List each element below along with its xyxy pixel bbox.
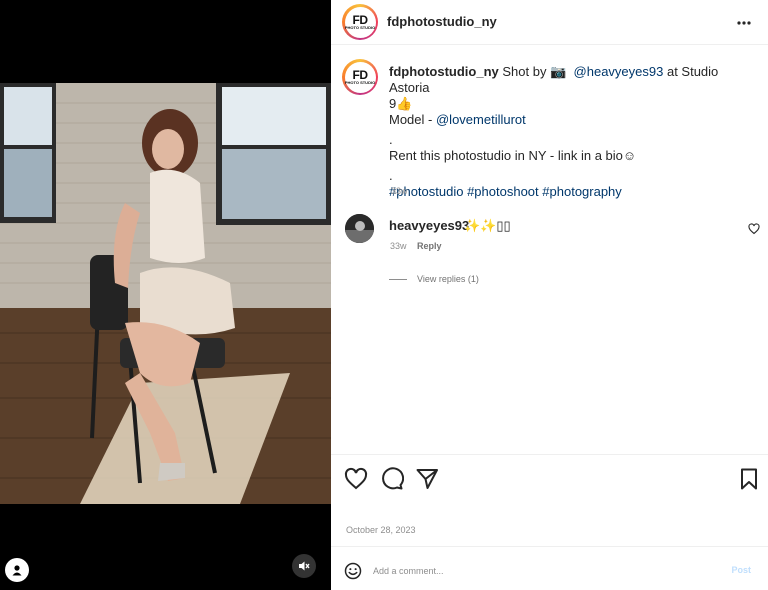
comment-text: ✨✨▯▯ bbox=[464, 218, 511, 233]
mention-model[interactable]: @lovemetillurot bbox=[436, 112, 526, 127]
hashtag-photography[interactable]: #photography bbox=[542, 184, 622, 199]
post-date[interactable]: October 28, 2023 bbox=[346, 525, 416, 535]
reply-button[interactable]: Reply bbox=[417, 241, 442, 251]
commenter-avatar[interactable] bbox=[345, 214, 374, 243]
view-replies-label: View replies (1) bbox=[417, 274, 479, 284]
caption-avatar[interactable]: FD PHOTO STUDIO bbox=[342, 59, 378, 95]
more-options-button[interactable] bbox=[734, 13, 754, 33]
commenter-username[interactable]: heavyeyes93 bbox=[389, 218, 469, 233]
commenter-avatar-image bbox=[345, 214, 374, 243]
hashtag-photoshoot[interactable]: #photoshoot bbox=[467, 184, 539, 199]
mention-photographer[interactable]: @heavyeyes93 bbox=[574, 64, 664, 79]
comment-item: heavyeyes93 ✨✨▯▯ 33w Reply bbox=[331, 213, 768, 273]
comment-timestamp[interactable]: 33w bbox=[390, 241, 407, 251]
caption-shot-by: Shot by bbox=[502, 64, 547, 79]
add-comment-bar: Post bbox=[331, 546, 768, 590]
person-icon bbox=[12, 565, 22, 576]
more-horizontal-icon bbox=[737, 21, 751, 25]
post-comment-button[interactable]: Post bbox=[731, 565, 751, 575]
caption-rent-text: Rent this photostudio in NY - link in a … bbox=[389, 148, 637, 163]
thumbs-up-emoji: 👍 bbox=[396, 96, 413, 111]
view-replies-button[interactable]: View replies (1) bbox=[389, 274, 479, 284]
emoji-icon[interactable] bbox=[344, 562, 362, 580]
comment-input[interactable] bbox=[373, 559, 713, 583]
comment-like-heart-icon[interactable] bbox=[748, 223, 760, 235]
caption-dot: . bbox=[389, 132, 393, 147]
avatar-logo-subtext: PHOTO STUDIO bbox=[344, 80, 376, 85]
comments-scroll-area[interactable]: FD PHOTO STUDIO fdphotostudio_ny Shot by… bbox=[331, 46, 768, 454]
post-detail-panel: FD PHOTO STUDIO fdphotostudio_ny FD PHOT… bbox=[331, 0, 768, 590]
caption-timestamp[interactable]: 33w bbox=[391, 186, 408, 196]
post-photo[interactable] bbox=[0, 83, 331, 504]
caption-text: fdphotostudio_ny Shot by 📷 @heavyeyes93 … bbox=[389, 64, 749, 200]
speaker-muted-icon bbox=[299, 561, 310, 571]
mute-button[interactable] bbox=[292, 554, 316, 578]
tagged-users-button[interactable] bbox=[5, 558, 29, 582]
action-bar: October 28, 2023 bbox=[331, 454, 768, 546]
photo-illustration bbox=[0, 83, 331, 504]
profile-avatar[interactable]: FD PHOTO STUDIO bbox=[342, 4, 378, 40]
comment-icon[interactable] bbox=[380, 467, 404, 491]
post-media[interactable] bbox=[0, 0, 331, 590]
post-header: FD PHOTO STUDIO fdphotostudio_ny bbox=[331, 0, 768, 45]
caption-dot: . bbox=[389, 168, 393, 183]
caption-model-label: Model - bbox=[389, 112, 433, 127]
caption-username[interactable]: fdphotostudio_ny bbox=[389, 64, 499, 79]
send-icon[interactable] bbox=[415, 467, 439, 491]
avatar-logo-subtext: PHOTO STUDIO bbox=[344, 25, 376, 30]
bookmark-icon[interactable] bbox=[737, 467, 761, 491]
heart-icon[interactable] bbox=[344, 467, 368, 491]
replies-divider-line bbox=[389, 278, 407, 280]
header-username[interactable]: fdphotostudio_ny bbox=[387, 14, 497, 29]
camera-emoji: 📷 bbox=[550, 64, 567, 79]
